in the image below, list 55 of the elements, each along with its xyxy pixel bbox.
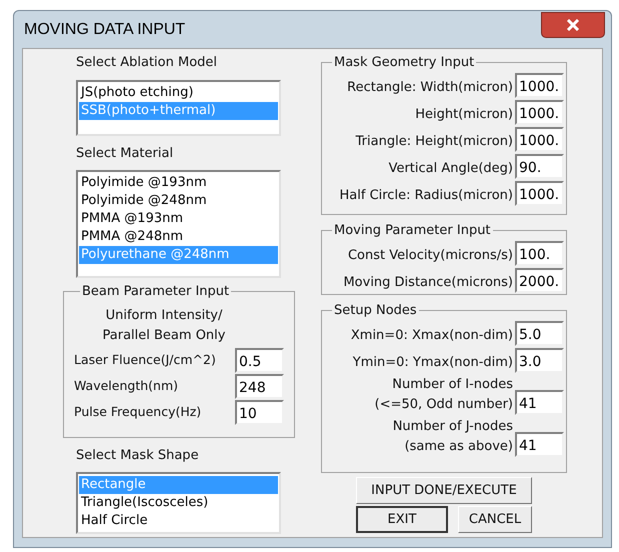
field-label: Half Circle: Radius(micron) [340,186,513,204]
list-item[interactable]: Triangle(Iscosceles) [79,494,278,512]
list-item[interactable]: Half Circle [79,512,278,530]
field-label: (<=50, Odd number) [374,396,513,414]
section-label: Select Material [76,145,174,163]
close-icon [566,18,580,30]
note-text: Uniform Intensity/ [106,306,222,324]
input-field[interactable]: 1000. [515,100,564,124]
input-field[interactable]: 248 [235,374,284,398]
group-title: Beam Parameter Input [81,283,230,301]
close-button[interactable] [541,12,605,38]
input-field[interactable]: 41 [515,390,564,414]
list-box[interactable]: Polyimide @193nm Polyimide @248nm PMMA @193nm PMMA @248nm Polyurethane @248nm [76,170,281,278]
field-label: Pulse Frequency(Hz) [74,402,202,421]
input-field[interactable]: 5.0 [515,320,564,346]
field-label: Xmin=0: Xmax(non-dim) [350,326,513,344]
input-field[interactable]: 10 [235,400,284,424]
input-field[interactable]: 41 [515,432,564,456]
group-title: Mask Geometry Input [333,54,476,72]
field-label: Ymin=0: Ymax(non-dim) [352,354,513,372]
field-label: Wavelength(nm) [74,376,178,395]
list-item[interactable]: Polyimide @248nm [79,192,278,210]
input-field[interactable]: 1000. [515,180,564,206]
list-item[interactable]: Polyimide @193nm [79,174,278,192]
field-label: Laser Fluence(J/cm^2) [74,350,216,369]
field-label: Rectangle: Width(micron) [347,78,513,96]
window-title: MOVING DATA INPUT [24,20,186,40]
list-item[interactable]: JS(photo etching) [79,84,278,102]
input-field[interactable]: 1000. [515,72,564,98]
input-field[interactable]: 0.5 [235,348,284,372]
dialog-button[interactable]: EXIT [356,506,448,533]
dialog-button[interactable]: INPUT DONE/EXECUTE [356,477,532,504]
input-field[interactable]: 3.0 [515,348,564,372]
list-box[interactable]: Rectangle Triangle(Iscosceles) Half Circle [76,472,281,534]
note-text: Parallel Beam Only [102,326,226,344]
list-item[interactable]: PMMA @193nm [79,210,278,228]
group-title: Moving Parameter Input [333,222,492,240]
field-label: (same as above) [404,438,513,456]
field-label: Number of I-nodes [392,376,513,394]
field-label: Vertical Angle(deg) [388,160,513,178]
list-item[interactable]: PMMA @248nm [79,228,278,246]
input-field[interactable]: 90. [515,154,564,178]
list-box[interactable]: JS(photo etching) SSB(photo+thermal) [76,80,281,136]
section-label: Select Mask Shape [76,447,200,465]
input-field[interactable]: 1000. [515,126,564,152]
input-field[interactable]: 2000. [515,268,564,292]
field-label: Height(micron) [415,106,513,124]
dialog-button[interactable]: CANCEL [458,506,532,533]
field-label: Moving Distance(microns) [343,274,513,292]
section-label: Select Ablation Model [76,54,218,72]
field-label: Number of J-nodes [392,418,513,436]
input-field[interactable]: 100. [515,240,564,266]
group-title: Setup Nodes [333,302,418,320]
field-label: Const Velocity(microns/s) [348,246,513,264]
field-label: Triangle: Height(micron) [356,132,513,150]
